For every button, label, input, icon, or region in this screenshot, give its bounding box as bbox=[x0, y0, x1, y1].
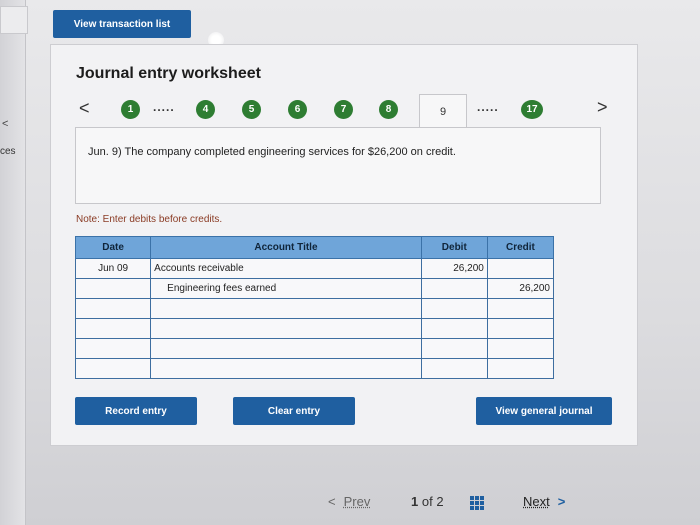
date-cell[interactable] bbox=[74, 278, 152, 299]
table-header-row: Date Account Title Debit Credit bbox=[74, 236, 555, 259]
step-7[interactable]: 7 bbox=[334, 100, 353, 119]
next-page-button[interactable]: Next > bbox=[523, 494, 565, 509]
step-dots: ..... bbox=[153, 100, 175, 114]
next-label: Next bbox=[523, 494, 550, 509]
header-account-title: Account Title bbox=[150, 236, 422, 259]
left-strip bbox=[0, 0, 26, 525]
table-row: Jun 09 Accounts receivable 26,200 bbox=[74, 258, 555, 279]
view-transaction-list-button[interactable]: View transaction list bbox=[53, 10, 191, 38]
left-panel-box[interactable] bbox=[0, 6, 28, 34]
chevron-right-icon: > bbox=[557, 494, 566, 509]
clear-entry-button[interactable]: Clear entry bbox=[233, 397, 355, 425]
step-9-active[interactable]: 9 bbox=[419, 94, 467, 128]
journal-entry-table: Date Account Title Debit Credit Jun 09 A… bbox=[74, 236, 555, 379]
step-8[interactable]: 8 bbox=[379, 100, 398, 119]
total-pages: 2 bbox=[436, 494, 444, 509]
debit-cell[interactable] bbox=[420, 298, 488, 319]
table-row: Engineering fees earned 26,200 bbox=[74, 278, 555, 299]
step-1[interactable]: 1 bbox=[121, 100, 140, 119]
credit-cell[interactable] bbox=[486, 258, 555, 279]
debit-cell[interactable]: 26,200 bbox=[420, 258, 488, 279]
date-cell[interactable] bbox=[74, 338, 152, 359]
account-cell[interactable] bbox=[150, 358, 422, 379]
chevron-left-icon: < bbox=[328, 494, 336, 509]
date-cell[interactable] bbox=[74, 358, 152, 379]
prev-label: Prev bbox=[343, 494, 371, 509]
header-date: Date bbox=[74, 236, 152, 259]
step-4[interactable]: 4 bbox=[196, 100, 215, 119]
prev-step-icon[interactable]: < bbox=[79, 98, 90, 119]
page-of: of bbox=[421, 494, 433, 509]
account-cell[interactable] bbox=[150, 298, 422, 319]
question-box: Jun. 9) The company completed engineerin… bbox=[75, 127, 601, 204]
credit-cell[interactable] bbox=[486, 358, 555, 379]
table-row bbox=[74, 338, 555, 359]
next-step-icon[interactable]: > bbox=[597, 97, 608, 118]
credit-cell[interactable] bbox=[486, 318, 555, 339]
current-page: 1 bbox=[411, 494, 419, 509]
credit-cell[interactable]: 26,200 bbox=[486, 278, 555, 299]
left-label: ces bbox=[0, 146, 16, 157]
prev-page-button[interactable]: < Prev bbox=[328, 494, 370, 509]
table-row bbox=[74, 318, 555, 339]
step-dots-2: ..... bbox=[477, 100, 499, 114]
step-17[interactable]: 17 bbox=[521, 100, 543, 119]
left-chevron-icon[interactable]: < bbox=[2, 118, 8, 130]
debit-cell[interactable] bbox=[420, 358, 488, 379]
page-title: Journal entry worksheet bbox=[76, 65, 261, 82]
pager: < Prev 1 of 2 Next > bbox=[0, 470, 700, 525]
account-cell[interactable]: Accounts receivable bbox=[150, 258, 422, 279]
date-cell[interactable] bbox=[74, 318, 152, 339]
date-cell[interactable] bbox=[74, 298, 152, 319]
note-text: Note: Enter debits before credits. bbox=[76, 214, 223, 225]
table-row bbox=[74, 298, 555, 319]
view-general-journal-button[interactable]: View general journal bbox=[476, 397, 612, 425]
account-cell[interactable] bbox=[150, 318, 422, 339]
debit-cell[interactable] bbox=[420, 338, 488, 359]
record-entry-button[interactable]: Record entry bbox=[75, 397, 197, 425]
worksheet-panel: Journal entry worksheet < 1 ..... 4 5 6 … bbox=[50, 44, 638, 446]
debit-cell[interactable] bbox=[420, 278, 488, 299]
grid-icon[interactable] bbox=[470, 496, 484, 510]
step-6[interactable]: 6 bbox=[288, 100, 307, 119]
step-9-label: 9 bbox=[439, 105, 447, 118]
account-cell[interactable] bbox=[150, 338, 422, 359]
account-cell[interactable]: Engineering fees earned bbox=[150, 278, 422, 299]
date-cell[interactable]: Jun 09 bbox=[74, 258, 152, 279]
header-credit: Credit bbox=[486, 236, 555, 259]
page-count: 1 of 2 bbox=[411, 494, 444, 509]
credit-cell[interactable] bbox=[486, 298, 555, 319]
question-text: Jun. 9) The company completed engineerin… bbox=[88, 146, 456, 158]
header-debit: Debit bbox=[420, 236, 488, 259]
table-row bbox=[74, 358, 555, 379]
step-5[interactable]: 5 bbox=[242, 100, 261, 119]
credit-cell[interactable] bbox=[486, 338, 555, 359]
debit-cell[interactable] bbox=[420, 318, 488, 339]
